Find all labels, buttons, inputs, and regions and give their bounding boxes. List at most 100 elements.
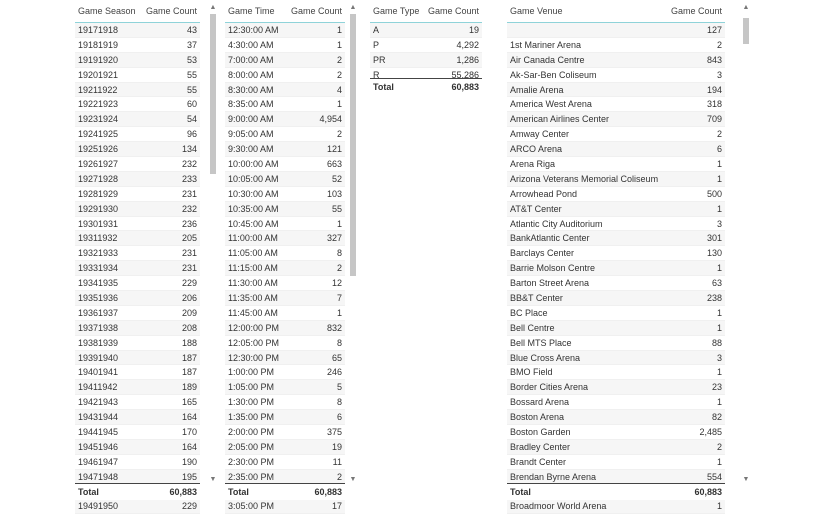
column-header-game-count[interactable]: Game Count (139, 6, 200, 16)
table-row[interactable]: 19391940187 (75, 351, 200, 366)
table-row[interactable]: AT&T Center1 (507, 202, 725, 217)
table-row[interactable]: 1917191843 (75, 23, 200, 38)
table-row[interactable]: 19461947190 (75, 455, 200, 470)
venue-scrollbar[interactable]: ▲ ▼ (742, 0, 750, 500)
table-row[interactable]: Arrowhead Pond500 (507, 187, 725, 202)
table-row[interactable]: Atlantic City Auditorium3 (507, 217, 725, 232)
table-row[interactable]: 2:00:00 PM375 (225, 425, 345, 440)
table-row[interactable]: 1:30:00 PM8 (225, 395, 345, 410)
table-row[interactable]: 19321933231 (75, 246, 200, 261)
table-row[interactable]: America West Arena318 (507, 97, 725, 112)
table-row[interactable]: Boston Arena82 (507, 410, 725, 425)
table-row[interactable]: 19311932205 (75, 231, 200, 246)
table-row[interactable]: 1921192255 (75, 83, 200, 98)
scroll-up-icon[interactable]: ▲ (742, 4, 750, 12)
table-row[interactable]: 12:30:00 AM1 (225, 23, 345, 38)
table-row[interactable]: 127 (507, 23, 725, 38)
table-row[interactable]: Border Cities Arena23 (507, 380, 725, 395)
table-row[interactable]: 4:30:00 AM1 (225, 38, 345, 53)
table-row[interactable]: 1919192053 (75, 53, 200, 68)
table-row[interactable]: 1924192596 (75, 127, 200, 142)
table-row[interactable]: 19361937209 (75, 306, 200, 321)
table-row[interactable]: Barrie Molson Centre1 (507, 261, 725, 276)
table-row[interactable]: 11:15:00 AM2 (225, 261, 345, 276)
table-row[interactable]: A19 (370, 23, 482, 38)
table-row[interactable]: 11:45:00 AM1 (225, 306, 345, 321)
table-row[interactable]: Arena Riga1 (507, 157, 725, 172)
table-row[interactable]: 10:05:00 AM52 (225, 172, 345, 187)
table-row[interactable]: 12:05:00 PM8 (225, 336, 345, 351)
table-row[interactable]: 1:05:00 PM5 (225, 380, 345, 395)
table-row[interactable]: 8:35:00 AM1 (225, 97, 345, 112)
table-row[interactable]: Bradley Center2 (507, 440, 725, 455)
scrollbar-thumb[interactable] (350, 14, 356, 276)
table-row[interactable]: 2:05:00 PM19 (225, 440, 345, 455)
scroll-up-icon[interactable]: ▲ (209, 4, 217, 12)
table-row[interactable]: BB&T Center238 (507, 291, 725, 306)
scrollbar-thumb[interactable] (210, 14, 216, 174)
scroll-down-icon[interactable]: ▼ (209, 476, 217, 484)
table-row[interactable]: 1923192454 (75, 112, 200, 127)
table-row[interactable]: Brandt Center1 (507, 455, 725, 470)
table-row[interactable]: 7:00:00 AM2 (225, 53, 345, 68)
table-row[interactable]: Blue Cross Arena3 (507, 351, 725, 366)
table-row[interactable]: Ak-Sar-Ben Coliseum3 (507, 68, 725, 83)
table-row[interactable]: 3:05:00 PM17 (225, 500, 345, 514)
column-header-game-count[interactable]: Game Count (287, 6, 345, 16)
table-row[interactable]: 2:30:00 PM11 (225, 455, 345, 470)
table-row[interactable]: 1:00:00 PM246 (225, 365, 345, 380)
table-row[interactable]: 19291930232 (75, 202, 200, 217)
table-row[interactable]: 19441945170 (75, 425, 200, 440)
table-row[interactable]: 9:05:00 AM2 (225, 127, 345, 142)
table-row[interactable]: 19261927232 (75, 157, 200, 172)
table-row[interactable]: 10:45:00 AM1 (225, 217, 345, 232)
table-row[interactable]: 19351936206 (75, 291, 200, 306)
table-row[interactable]: 19341935229 (75, 276, 200, 291)
table-row[interactable]: Air Canada Centre843 (507, 53, 725, 68)
table-row[interactable]: 10:30:00 AM103 (225, 187, 345, 202)
table-row[interactable]: Amalie Arena194 (507, 83, 725, 98)
table-row[interactable]: 9:30:00 AM121 (225, 142, 345, 157)
table-row[interactable]: Barton Street Arena63 (507, 276, 725, 291)
table-row[interactable]: 10:35:00 AM55 (225, 202, 345, 217)
table-row[interactable]: 19271928233 (75, 172, 200, 187)
table-row[interactable]: ARCO Arena6 (507, 142, 725, 157)
table-row[interactable]: American Airlines Center709 (507, 112, 725, 127)
table-row[interactable]: Barclays Center130 (507, 246, 725, 261)
table-row[interactable]: 19331934231 (75, 261, 200, 276)
table-row[interactable]: 10:00:00 AM663 (225, 157, 345, 172)
table-row[interactable]: 19411942189 (75, 380, 200, 395)
table-row[interactable]: 12:30:00 PM65 (225, 351, 345, 366)
column-header-game-time[interactable]: Game Time (225, 6, 287, 16)
table-row[interactable]: 11:35:00 AM7 (225, 291, 345, 306)
column-header-game-venue[interactable]: Game Venue (507, 6, 664, 16)
scroll-up-icon[interactable]: ▲ (349, 4, 357, 12)
table-row[interactable]: 19301931236 (75, 217, 200, 232)
table-row[interactable]: 19451946164 (75, 440, 200, 455)
table-row[interactable]: 8:30:00 AM4 (225, 83, 345, 98)
table-row[interactable]: Arizona Veterans Memorial Coliseum1 (507, 172, 725, 187)
table-row[interactable]: Bossard Arena1 (507, 395, 725, 410)
column-header-game-season[interactable]: Game Season (75, 6, 139, 16)
table-row[interactable]: Broadmoor World Arena1 (507, 500, 725, 514)
table-row[interactable]: 1920192155 (75, 68, 200, 83)
table-row[interactable]: BankAtlantic Center301 (507, 231, 725, 246)
column-header-game-count[interactable]: Game Count (664, 6, 725, 16)
table-row[interactable]: 19491950229 (75, 500, 200, 514)
scroll-down-icon[interactable]: ▼ (742, 476, 750, 484)
table-row[interactable]: 19401941187 (75, 365, 200, 380)
table-row[interactable]: 11:05:00 AM8 (225, 246, 345, 261)
table-row[interactable]: BMO Field1 (507, 365, 725, 380)
column-header-game-type[interactable]: Game Type (370, 6, 424, 16)
table-row[interactable]: 1918191937 (75, 38, 200, 53)
table-row[interactable]: 19251926134 (75, 142, 200, 157)
table-row[interactable]: 1st Mariner Arena2 (507, 38, 725, 53)
table-row[interactable]: Bell MTS Place88 (507, 336, 725, 351)
season-scrollbar[interactable]: ▲ ▼ (209, 0, 217, 500)
column-header-game-count[interactable]: Game Count (424, 6, 482, 16)
table-row[interactable]: 19281929231 (75, 187, 200, 202)
table-row[interactable]: P4,292 (370, 38, 482, 53)
time-scrollbar[interactable]: ▲ ▼ (349, 0, 357, 500)
table-row[interactable]: 1922192360 (75, 97, 200, 112)
table-row[interactable]: PR1,286 (370, 53, 482, 68)
